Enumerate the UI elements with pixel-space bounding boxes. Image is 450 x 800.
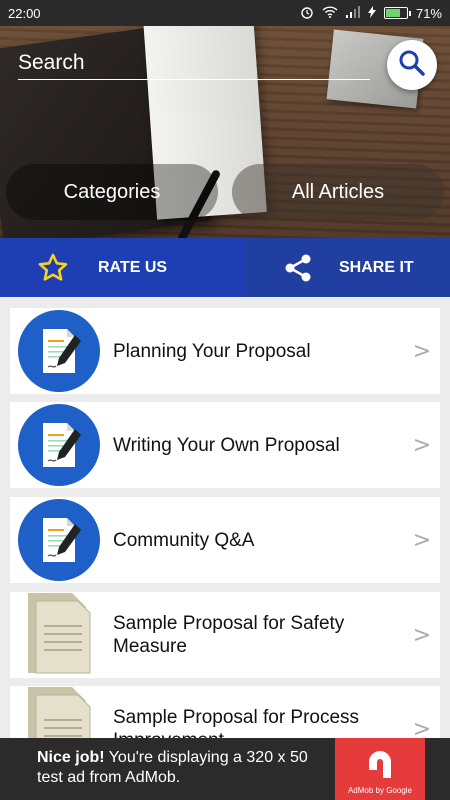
document-pen-icon [18, 404, 100, 486]
action-bar: RATE US SHARE IT [0, 238, 450, 297]
tab-all-articles[interactable]: All Articles [232, 164, 444, 220]
ad-banner[interactable]: Nice job! You're displaying a 320 x 50 t… [0, 738, 450, 800]
ad-text: Nice job! You're displaying a 320 x 50 t… [0, 738, 335, 800]
admob-logo: AdMob by Google [335, 738, 425, 800]
list-item[interactable]: Sample Proposal for Process Improvement … [10, 686, 440, 738]
battery-icon [383, 7, 411, 19]
paper-stack-icon [24, 591, 94, 680]
alarm-icon [300, 5, 314, 22]
ad-brand: AdMob by Google [347, 786, 413, 795]
charging-icon [367, 5, 376, 21]
rate-us-button[interactable]: RATE US [0, 238, 243, 297]
signal-icon [345, 5, 360, 21]
list-item-title: Community Q&A [113, 529, 255, 551]
search-field[interactable] [18, 46, 370, 80]
chevron-right-icon: > [412, 338, 432, 364]
tab-categories-label: Categories [63, 180, 161, 203]
header-banner: Categories All Articles [0, 26, 450, 238]
battery-percent: 71% [415, 5, 442, 21]
list-item[interactable]: Sample Proposal for Safety Measure > [10, 592, 440, 678]
search-button[interactable] [387, 40, 437, 90]
search-input[interactable] [18, 46, 370, 79]
chevron-right-icon: > [412, 622, 432, 648]
list-item-title: Planning Your Proposal [113, 340, 311, 362]
rate-us-label: RATE US [98, 258, 168, 276]
star-icon [36, 251, 70, 285]
list-item[interactable]: Planning Your Proposal > [10, 308, 440, 394]
wifi-icon [322, 5, 338, 21]
status-bar: 22:00 71% [0, 0, 450, 26]
list-item-title: Sample Proposal for Process Improvement [113, 707, 360, 738]
paper-stack-icon [24, 685, 94, 738]
document-pen-icon [18, 310, 100, 392]
chevron-right-icon: > [412, 432, 432, 458]
article-list: Planning Your Proposal > Writing Your Ow… [0, 297, 450, 738]
document-pen-icon [18, 499, 100, 581]
share-it-label: SHARE IT [339, 258, 414, 276]
chevron-right-icon: > [412, 527, 432, 553]
tab-categories[interactable]: Categories [6, 164, 218, 220]
list-item[interactable]: Writing Your Own Proposal > [10, 402, 440, 488]
ad-headline: Nice job! [37, 749, 105, 766]
list-item-title: Sample Proposal for Safety Measure [113, 613, 345, 657]
list-item[interactable]: Community Q&A > [10, 497, 440, 583]
tab-all-articles-label: All Articles [291, 180, 385, 203]
share-it-button[interactable]: SHARE IT [243, 238, 450, 297]
share-icon [281, 251, 315, 285]
status-time: 22:00 [8, 5, 41, 21]
admob-icon [369, 751, 391, 778]
search-icon [398, 49, 426, 82]
list-item-title: Writing Your Own Proposal [113, 434, 340, 456]
status-icons: 71% [300, 5, 442, 22]
chevron-right-icon: > [412, 716, 432, 739]
